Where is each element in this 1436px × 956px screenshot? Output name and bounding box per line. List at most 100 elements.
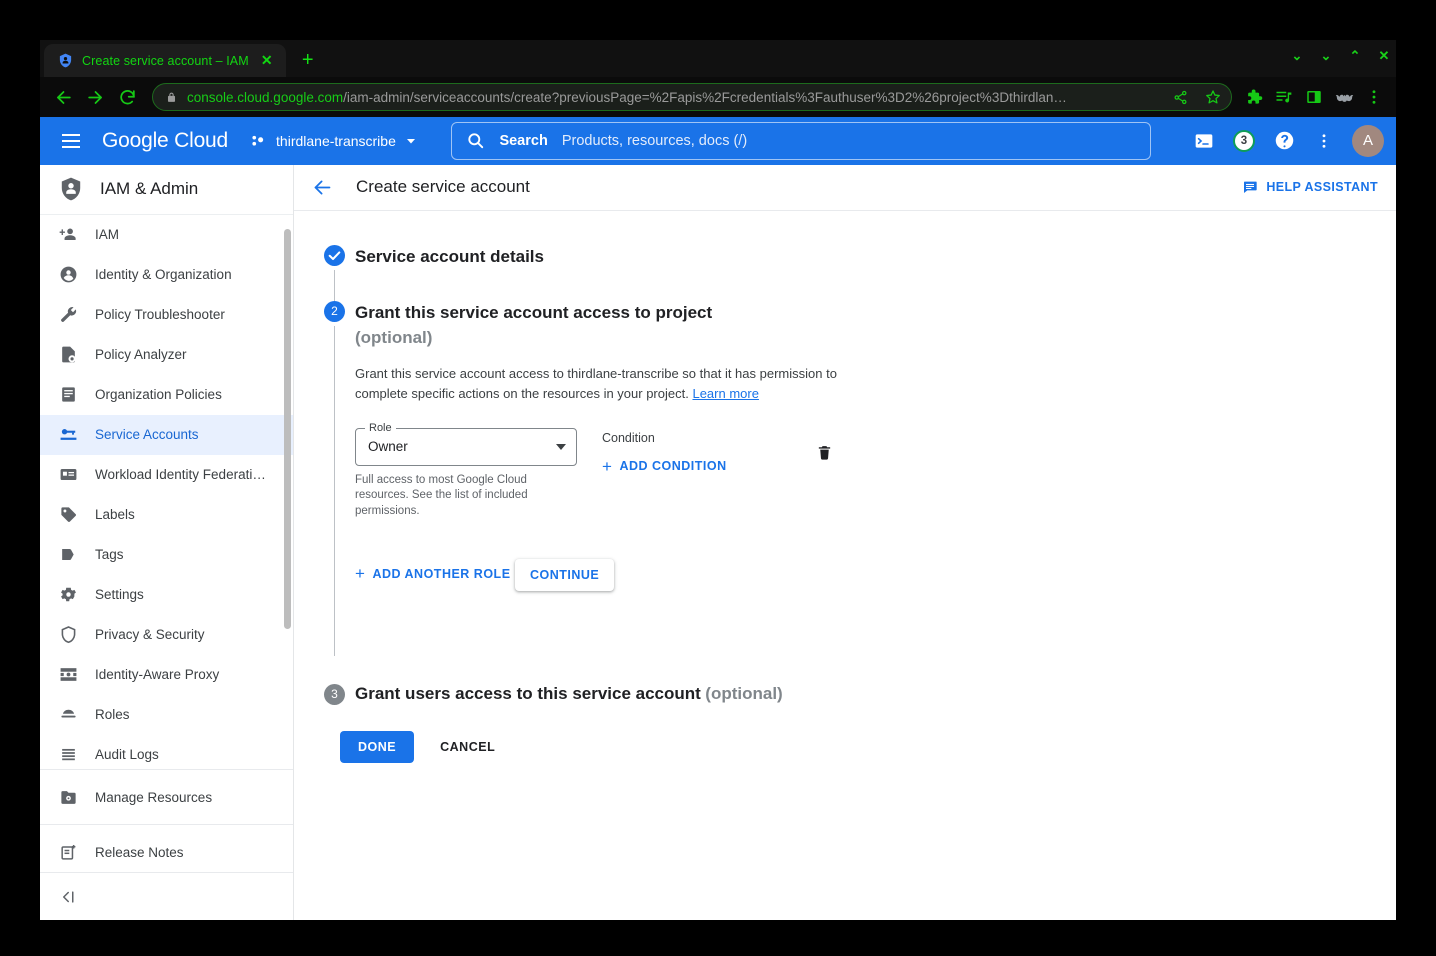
project-selector[interactable]: thirdlane-transcribe <box>250 132 417 149</box>
learn-more-link[interactable]: Learn more <box>692 386 758 401</box>
shield-person-icon <box>58 176 84 202</box>
sidebar-item-tags[interactable]: Tags <box>40 535 293 575</box>
folder-gear-icon <box>58 787 78 807</box>
step-1-title[interactable]: Service account details <box>355 245 1396 269</box>
sidebar-item-service-accounts[interactable]: Service Accounts <box>40 415 293 455</box>
sidebar-item-label: Roles <box>95 707 130 722</box>
delete-role-button[interactable] <box>816 444 833 520</box>
sidebar-item-roles[interactable]: Roles <box>40 695 293 735</box>
forward-button[interactable] <box>80 82 110 112</box>
cancel-button[interactable]: CANCEL <box>432 731 503 763</box>
search-input[interactable]: Search Products, resources, docs (/) <box>451 122 1151 160</box>
side-panel-icon[interactable] <box>1300 83 1328 111</box>
search-placeholder: Products, resources, docs (/) <box>562 133 747 149</box>
sidebar-item-audit-logs[interactable]: Audit Logs <box>40 735 293 762</box>
sidebar-item-label: Policy Troubleshooter <box>95 307 225 322</box>
role-select[interactable]: Role Owner <box>355 428 577 466</box>
step-3-title[interactable]: Grant users access to this service accou… <box>355 684 701 703</box>
sidebar-item-identity-organization[interactable]: Identity & Organization <box>40 255 293 295</box>
cloud-shell-button[interactable] <box>1186 123 1222 159</box>
search-container: Search Products, resources, docs (/) <box>417 122 1186 160</box>
step-number-badge: 3 <box>324 684 345 705</box>
shield-person-icon <box>58 53 73 68</box>
puzzle-extension-icon[interactable] <box>1240 83 1268 111</box>
minimize-icon[interactable]: ⌄ <box>1318 48 1334 64</box>
sidebar-item-iam[interactable]: IAM <box>40 215 293 255</box>
reload-button[interactable] <box>112 82 142 112</box>
sidebar-item-label: Service Accounts <box>95 427 199 442</box>
sidebar-scroll: IAM Identity & Organization Policy Troub… <box>40 215 293 762</box>
role-description: Full access to most Google Cloud resourc… <box>355 473 545 520</box>
step-1-body: Service account details <box>353 245 1396 301</box>
sidebar-item-label: Labels <box>95 507 135 522</box>
form-actions: DONE CANCEL <box>316 731 1396 763</box>
sidebar-item-organization-policies[interactable]: Organization Policies <box>40 375 293 415</box>
hamburger-menu-icon[interactable] <box>54 124 88 158</box>
sidebar-item-policy-troubleshooter[interactable]: Policy Troubleshooter <box>40 295 293 335</box>
list-document-icon <box>58 385 78 405</box>
sidebar-item-privacy-security[interactable]: Privacy & Security <box>40 615 293 655</box>
avatar[interactable]: A <box>1352 125 1384 157</box>
tab-title: Create service account – IAM <box>82 54 249 68</box>
help-circle-icon[interactable] <box>1266 123 1302 159</box>
sidebar-item-label: Identity-Aware Proxy <box>95 667 219 682</box>
sidebar-item-workload-identity-federation[interactable]: Workload Identity Federati… <box>40 455 293 495</box>
url-text: console.cloud.google.com/iam-admin/servi… <box>187 90 1159 105</box>
role-label: Role <box>365 422 396 434</box>
role-binding-row: Role Owner Full access to most Google Cl… <box>355 428 1396 520</box>
close-icon[interactable]: ✕ <box>258 52 276 70</box>
sidebar-item-manage-resources[interactable]: Manage Resources <box>40 777 293 817</box>
notification-badge: 3 <box>1233 130 1255 152</box>
maximize-icon[interactable]: ⌃ <box>1347 48 1363 64</box>
star-icon[interactable] <box>1201 85 1225 109</box>
sidebar-item-label: Policy Analyzer <box>95 347 187 362</box>
gcp-logo[interactable]: Google Cloud <box>102 129 228 153</box>
done-button[interactable]: DONE <box>340 731 414 763</box>
add-condition-button[interactable]: + ADD CONDITION <box>602 458 727 475</box>
new-tab-button[interactable]: + <box>294 44 322 77</box>
playlist-music-icon[interactable] <box>1270 83 1298 111</box>
condition-label: Condition <box>602 431 802 445</box>
sidebar-item-label: Privacy & Security <box>95 627 205 642</box>
url-host: console.cloud.google.com <box>187 90 343 105</box>
sidebar-item-labels[interactable]: Labels <box>40 495 293 535</box>
sidebar-item-settings[interactable]: Settings <box>40 575 293 615</box>
step-number-badge: 2 <box>324 301 345 322</box>
step-connector <box>334 326 335 656</box>
close-window-icon[interactable]: ✕ <box>1376 48 1392 64</box>
chevron-down-icon[interactable]: ⌄ <box>1289 48 1305 64</box>
add-another-role-button[interactable]: + ADD ANOTHER ROLE <box>355 565 511 582</box>
continue-button[interactable]: CONTINUE <box>515 559 614 591</box>
page-viewport: Google Cloud thirdlane-transcribe <box>40 117 1396 920</box>
browser-tab[interactable]: Create service account – IAM ✕ <box>44 44 286 77</box>
browser-window: Create service account – IAM ✕ + ⌄ ⌄ ⌃ ✕ <box>40 40 1396 920</box>
three-dot-menu-icon[interactable] <box>1306 123 1342 159</box>
three-dot-menu-icon[interactable] <box>1360 83 1388 111</box>
bat-extension-icon[interactable] <box>1330 83 1358 111</box>
wizard-content: Service account details 2 Grant this ser… <box>294 211 1396 920</box>
share-icon[interactable] <box>1168 85 1192 109</box>
role-value: Owner <box>368 439 556 454</box>
sidebar-bottom: Manage Resources Release Notes <box>40 762 293 920</box>
step-gutter: 2 <box>316 301 353 656</box>
sidebar-item-label: IAM <box>95 227 119 242</box>
step-2-optional: (optional) <box>355 325 1396 351</box>
notifications-button[interactable]: 3 <box>1226 123 1262 159</box>
chat-assistant-icon <box>1242 179 1258 195</box>
sidebar-scrollbar[interactable] <box>284 229 291 629</box>
sidebar-item-label: Manage Resources <box>95 790 212 805</box>
sidebar-item-policy-analyzer[interactable]: Policy Analyzer <box>40 335 293 375</box>
content-header: Create service account HELP ASSISTANT <box>294 165 1396 211</box>
address-bar[interactable]: console.cloud.google.com/iam-admin/servi… <box>152 83 1232 111</box>
back-button[interactable] <box>48 82 78 112</box>
window-controls: ⌄ ⌄ ⌃ ✕ <box>1289 48 1392 64</box>
sidebar-title-text: IAM & Admin <box>100 179 198 199</box>
help-assistant-button[interactable]: HELP ASSISTANT <box>1242 179 1378 195</box>
divider <box>40 824 293 825</box>
divider <box>40 769 293 770</box>
sidebar-item-identity-aware-proxy[interactable]: Identity-Aware Proxy <box>40 655 293 695</box>
collapse-panel-icon[interactable] <box>40 872 293 920</box>
sidebar-item-label: Workload Identity Federati… <box>95 467 266 482</box>
back-arrow-icon[interactable] <box>312 177 338 198</box>
sidebar-item-release-notes[interactable]: Release Notes <box>40 832 293 872</box>
